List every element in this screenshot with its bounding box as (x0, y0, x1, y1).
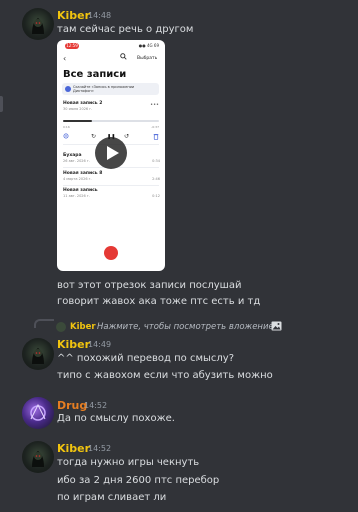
recording-title: Новая запись 2 (63, 101, 103, 106)
username[interactable]: Kiber (57, 338, 90, 351)
message-text: ибо за 2 дня 2600 птс перебор (57, 475, 220, 486)
back-icon: ‹ (63, 54, 67, 63)
username[interactable]: Kiber (57, 9, 90, 22)
banner-text: Скачайте «Запись в приложении Диктофон» (73, 85, 135, 93)
status-time: 12:59 (65, 43, 79, 49)
recording-date: 4 марта 2026 г. (63, 177, 92, 181)
recording-title: Новая запись (63, 188, 98, 193)
avatar-kiber[interactable] (22, 338, 54, 370)
username[interactable]: Drug (57, 399, 87, 412)
avatar-image-icon (32, 348, 44, 364)
avatar-image-icon (32, 451, 44, 467)
choose-button: Выбрать (137, 56, 158, 61)
message-text: говорит жавох ака тоже птс есть и тд (57, 296, 261, 307)
phone-status-bar: 12:59 ●● 4G 69 (57, 40, 165, 50)
message-text: Да по смыслу похоже. (57, 413, 175, 424)
trash-icon (153, 133, 159, 142)
avatar-kiber[interactable] (22, 441, 54, 473)
app-icon (65, 86, 71, 92)
video-play-button[interactable] (95, 137, 127, 169)
recording-date: 11 авг. 2026 г. (63, 194, 90, 198)
search-icon (120, 53, 127, 62)
timestamp: 14:48 (88, 11, 112, 20)
avatar-kiber[interactable] (22, 8, 54, 40)
message-text: по играм сливает ли (57, 492, 167, 503)
image-attachment[interactable]: 12:59 ●● 4G 69 ‹ Выбрать Все записи Скач… (57, 40, 165, 271)
record-button (104, 246, 118, 260)
recording-title: Новая запись 8 (63, 171, 103, 176)
avatar-drug[interactable] (22, 397, 54, 429)
time-remaining: -0:37 (151, 125, 159, 129)
recording-date: 26 авг. 2026 г. (63, 159, 90, 163)
download-banner: Скачайте «Запись в приложении Диктофон» (62, 83, 159, 95)
play-icon (107, 146, 119, 160)
reply-preview-text[interactable]: Нажмите, чтобы посмотреть вложение (97, 322, 274, 332)
reply-connector (34, 319, 54, 328)
message-text: тогда нужно игры чекнуть (57, 457, 200, 468)
timestamp: 14:49 (88, 340, 112, 349)
message-text: ^^ похожий перевод по смыслу? (57, 353, 234, 364)
time-elapsed: 0:16 (63, 125, 70, 129)
recording-duration: 0:34 (152, 159, 160, 163)
message-text: вот этот отрезок записи послушай (57, 280, 242, 291)
reply-author[interactable]: Kiber (70, 322, 96, 332)
playback-progress-fill (63, 120, 92, 122)
message-text: там сейчас речь о другом (57, 24, 194, 35)
recording-date: 30 июля 2026 г. (63, 107, 93, 111)
recording-duration: 2:46 (152, 177, 160, 181)
settings-icon (63, 133, 69, 141)
recording-duration: 0:12 (152, 194, 160, 198)
username[interactable]: Kiber (57, 442, 90, 455)
status-icons: ●● 4G 69 (138, 43, 159, 48)
more-icon: ••• (150, 102, 159, 108)
divider (63, 185, 159, 186)
timestamp: 14:52 (84, 401, 108, 410)
scroll-indicator (0, 96, 3, 112)
avatar-image-icon (30, 403, 46, 421)
reply-avatar[interactable] (56, 322, 66, 332)
phone-page-title: Все записи (63, 69, 127, 80)
recording-title: Бухара (63, 153, 82, 158)
avatar-image-icon (32, 18, 44, 34)
message-text: типо с жавохом если что абузить можно (57, 370, 273, 381)
image-icon (271, 321, 282, 331)
timestamp: 14:52 (88, 444, 112, 453)
playback-progress (63, 120, 159, 122)
